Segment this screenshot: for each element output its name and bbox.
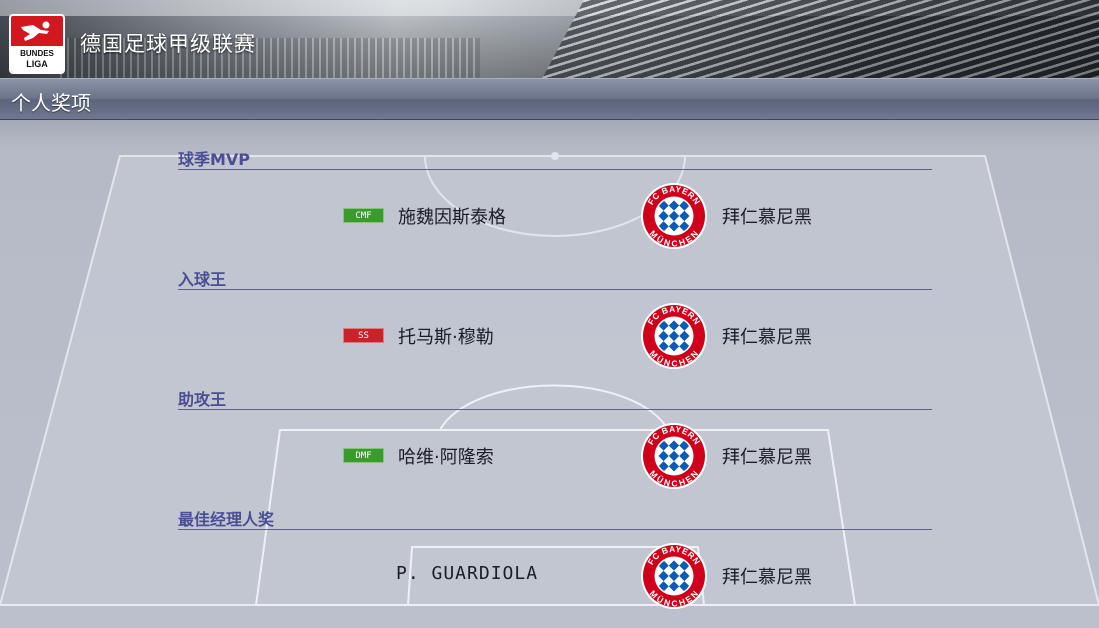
player-name: 施魏因斯泰格 xyxy=(398,207,506,228)
award-divider xyxy=(178,529,932,530)
award-divider xyxy=(178,169,932,170)
manager-name: P. GUARDIOLA xyxy=(396,563,539,584)
section-title: 个人奖项 xyxy=(11,91,91,115)
club-name: 拜仁慕尼黑 xyxy=(722,567,812,588)
club-name: 拜仁慕尼黑 xyxy=(722,447,812,468)
position-badge: DMF xyxy=(343,448,384,463)
league-title: 德国足球甲级联赛 xyxy=(80,32,256,56)
section-header: 个人奖项 xyxy=(0,78,1099,120)
bundesliga-wordmark: BUNDES LIGA xyxy=(11,46,63,72)
position-badge: SS xyxy=(343,328,384,343)
award-best-manager: 最佳经理人奖 P. GUARDIOLA FC BAYERN MÜNCHEN 拜仁… xyxy=(0,480,1099,609)
logo-line1: BUNDES xyxy=(20,49,54,58)
award-title: 助攻王 xyxy=(178,390,227,409)
award-assist-leader: 助攻王 DMF 哈维·阿隆索 FC BAYERN MÜNCHEN 拜仁慕尼黑 xyxy=(0,360,1099,489)
award-title: 球季MVP xyxy=(178,150,251,169)
position-badge: CMF xyxy=(343,208,384,223)
player-name: 托马斯·穆勒 xyxy=(398,327,494,348)
award-divider xyxy=(178,409,932,410)
bundesliga-logo-icon: BUNDES LIGA xyxy=(9,14,65,74)
awards-screen: BUNDES LIGA 德国足球甲级联赛 个人奖项 球季MVP CMF 施魏因斯… xyxy=(0,0,1099,628)
award-season-mvp: 球季MVP CMF 施魏因斯泰格 FC BAYERN MÜNCHEN 拜仁慕尼黑 xyxy=(0,120,1099,249)
stadium-stands-right xyxy=(530,0,1099,78)
award-divider xyxy=(178,289,932,290)
player-silhouette-icon xyxy=(21,21,50,41)
club-name: 拜仁慕尼黑 xyxy=(722,327,812,348)
award-top-scorer: 入球王 SS 托马斯·穆勒 FC BAYERN MÜNCHEN 拜仁慕尼黑 xyxy=(0,240,1099,369)
award-title: 最佳经理人奖 xyxy=(178,510,275,529)
header-banner: BUNDES LIGA 德国足球甲级联赛 xyxy=(0,0,1099,78)
logo-line2: LIGA xyxy=(26,59,48,69)
awards-list: 球季MVP CMF 施魏因斯泰格 FC BAYERN MÜNCHEN 拜仁慕尼黑… xyxy=(0,120,1099,628)
award-title: 入球王 xyxy=(178,270,227,289)
club-name: 拜仁慕尼黑 xyxy=(722,207,812,228)
player-name: 哈维·阿隆索 xyxy=(398,447,494,468)
fc-bayern-crest-icon: FC BAYERN MÜNCHEN xyxy=(640,542,708,610)
